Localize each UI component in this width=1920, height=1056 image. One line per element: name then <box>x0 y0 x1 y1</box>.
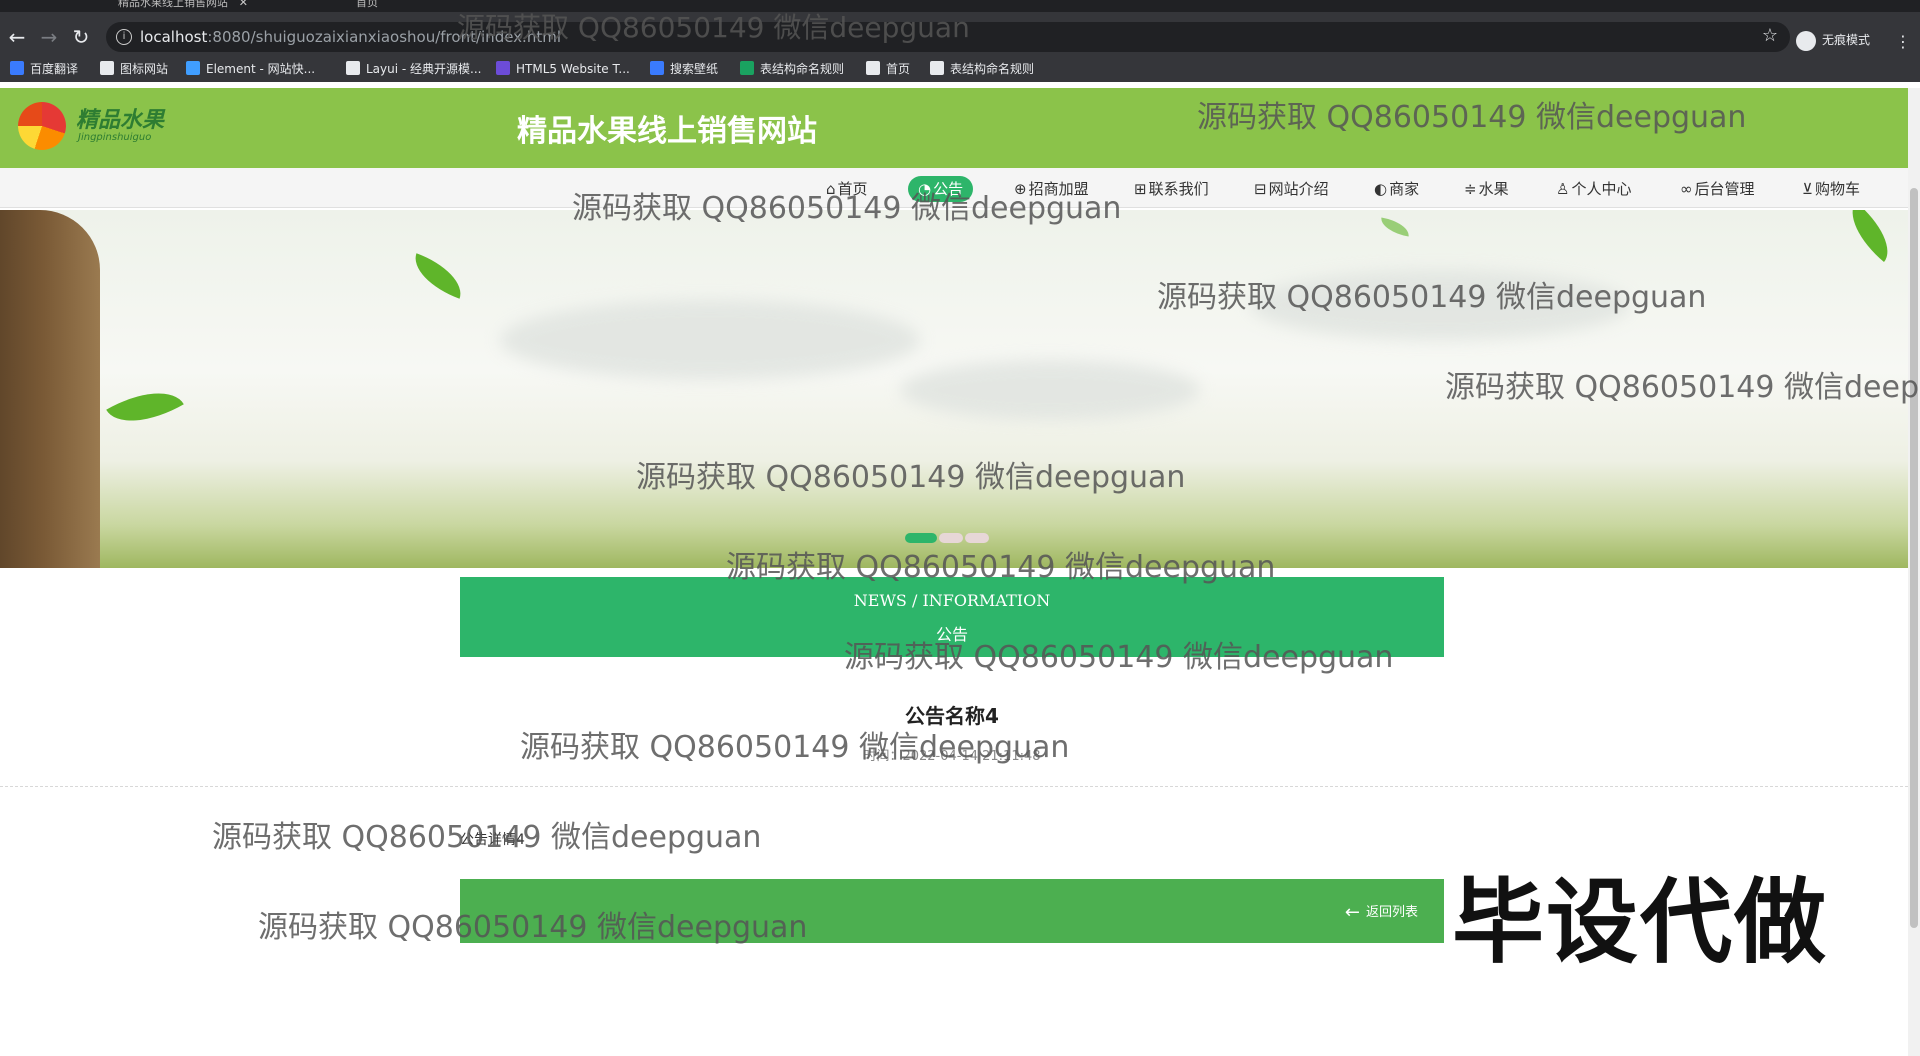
watermark-text: 源码获取 QQ86050149 微信deepguan <box>636 460 1186 495</box>
logo-text: 精品水果 <box>76 108 165 133</box>
bookmark-item[interactable]: 表结构命名规则 <box>930 60 1034 78</box>
html5-icon <box>496 61 510 75</box>
nav-item-8[interactable]: ∞ 后台管理 <box>1680 176 1755 202</box>
sheet-icon <box>740 61 754 75</box>
browser-tab[interactable]: 首页 <box>330 0 378 12</box>
logo-subtext: Jingpinshuiguo <box>78 132 152 143</box>
nav-item-3[interactable]: ⊞ 联系我们 <box>1134 176 1209 202</box>
bookmark-item[interactable]: Layui - 经典开源模... <box>346 60 481 78</box>
sliders-icon: ≑ <box>1464 180 1477 198</box>
watermark-text: 源码获取 QQ86050149 微信deepguan <box>212 820 762 855</box>
tree-trunk-image <box>0 210 100 568</box>
page-scrollbar[interactable] <box>1908 88 1920 1056</box>
bookmark-item[interactable]: 图标网站 <box>100 60 168 78</box>
baidu-fanyi-icon <box>10 61 24 75</box>
nav-item-6[interactable]: ≑ 水果 <box>1464 176 1509 202</box>
bookmark-item[interactable]: 百度翻译 <box>10 60 78 78</box>
leaf-image <box>1379 217 1411 237</box>
watermark-text: 源码获取 QQ86050149 微信deepguan <box>457 11 970 44</box>
apps-icon: ⊟ <box>1254 180 1267 198</box>
layui-icon <box>346 61 360 75</box>
user-icon: ♙ <box>1556 180 1570 198</box>
browser-tab[interactable]: 精品水果线上销售网站 ✕ <box>92 0 248 12</box>
forward-arrow-icon[interactable]: → <box>36 24 62 50</box>
bookmarks-bar: 百度翻译 图标网站 Element - 网站快... Layui - 经典开源模...… <box>0 56 1920 82</box>
watermark-text: 源码获取 QQ86050149 微信deepguan <box>1197 100 1747 135</box>
cart-icon: ⊻ <box>1802 180 1813 198</box>
fruit-logo-icon <box>18 102 66 150</box>
nav-item-9[interactable]: ⊻ 购物车 <box>1802 176 1860 202</box>
watermark-text: 源码获取 QQ86050149 微信deepguan <box>1445 370 1920 405</box>
watermark-text: 源码获取 QQ86050149 微信deepguan <box>572 191 1122 226</box>
globe-icon <box>930 61 944 75</box>
scrollbar-thumb[interactable] <box>1910 188 1918 928</box>
bookmark-item[interactable]: 搜索壁纸 <box>650 60 718 78</box>
wallpaper-icon <box>650 61 664 75</box>
incognito-icon <box>1796 30 1816 51</box>
element-icon <box>186 61 200 75</box>
site-info-icon[interactable]: i <box>116 29 132 45</box>
bookmark-item[interactable]: 首页 <box>866 60 910 78</box>
nav-item-5[interactable]: ◐ 商家 <box>1374 176 1419 202</box>
watermark-text: 源码获取 QQ86050149 微信deepguan <box>258 910 808 945</box>
arrow-left-icon: ← <box>1344 902 1360 923</box>
bookmark-item[interactable]: HTML5 Website T... <box>496 60 630 78</box>
palette-icon: ◐ <box>1374 180 1388 198</box>
leaf-image <box>406 253 470 299</box>
globe-icon <box>866 61 880 75</box>
grid-icon: ⊞ <box>1134 180 1147 198</box>
watermark-text: 源码获取 QQ86050149 微信deepguan <box>726 550 1276 585</box>
bookmark-item[interactable]: Element - 网站快... <box>186 60 315 78</box>
bookmark-star-icon[interactable]: ☆ <box>1762 25 1778 46</box>
nav-item-7[interactable]: ♙ 个人中心 <box>1556 176 1631 202</box>
incognito-indicator[interactable]: 无痕模式 <box>1796 28 1870 52</box>
watermark-text: 源码获取 QQ86050149 微信deepguan <box>520 730 1070 765</box>
back-arrow-icon[interactable]: ← <box>4 24 30 50</box>
leaf-image <box>1838 210 1902 263</box>
divider <box>0 786 1908 787</box>
back-to-list-button[interactable]: ← 返回列表 <box>1345 901 1418 923</box>
reload-icon[interactable]: ↻ <box>68 24 94 50</box>
promo-overlay-text: 毕设代做 <box>1452 869 1829 976</box>
leaf-image <box>106 374 184 440</box>
watermark-text: 源码获取 QQ86050149 微信deepguan <box>1157 280 1707 315</box>
site-title: 精品水果线上销售网站 <box>517 114 817 149</box>
watermark-text: 源码获取 QQ86050149 微信deepguan <box>844 640 1394 675</box>
site-logo[interactable]: 精品水果 Jingpinshuiguo <box>18 98 168 154</box>
bookmark-item[interactable]: 表结构命名规则 <box>740 60 844 78</box>
link-icon: ∞ <box>1680 180 1693 198</box>
close-tab-icon[interactable]: ✕ <box>239 0 248 12</box>
nav-item-4[interactable]: ⊟ 网站介绍 <box>1254 176 1329 202</box>
browser-menu-icon[interactable]: ⋮ <box>1895 32 1911 51</box>
news-banner-en: NEWS / INFORMATION <box>853 591 1051 610</box>
flag-icon <box>100 61 114 75</box>
carousel-indicators <box>905 528 991 543</box>
